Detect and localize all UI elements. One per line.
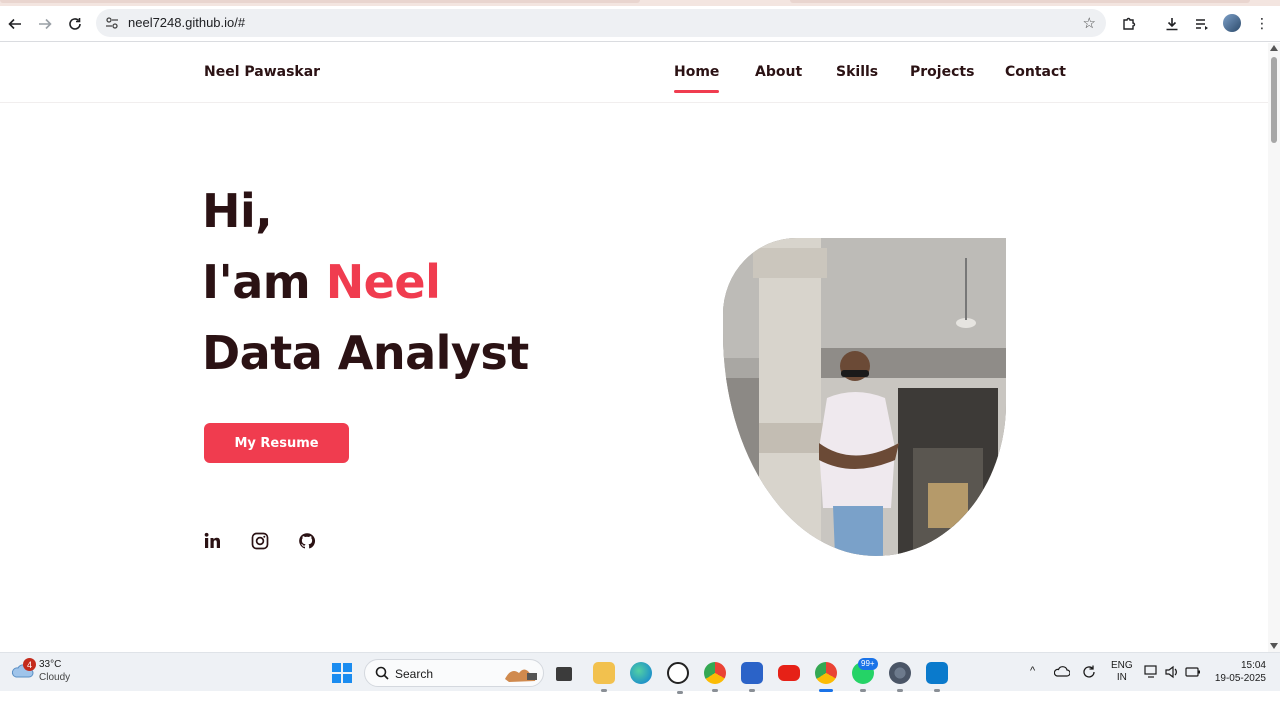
chrome-active-icon[interactable] <box>815 662 837 692</box>
sync-icon[interactable] <box>1081 664 1097 680</box>
puzzle-icon <box>1123 17 1136 30</box>
back-arrow-icon <box>8 18 21 30</box>
search-label: Search <box>395 667 434 681</box>
vscode-icon[interactable] <box>926 662 948 692</box>
reload-button[interactable] <box>61 10 89 38</box>
site-brand[interactable]: Neel Pawaskar <box>204 64 320 80</box>
playlist-icon <box>1196 19 1208 30</box>
downloads-button[interactable] <box>1158 10 1186 38</box>
tray-overflow-chevron-icon[interactable]: ^ <box>1030 665 1035 704</box>
bookmark-star-icon[interactable]: ☆ <box>1083 14 1096 32</box>
weather-temperature: 33°C <box>39 659 62 670</box>
hero-role: Data Analyst <box>202 326 529 380</box>
media-control-button[interactable] <box>1188 10 1216 38</box>
taskbar-search[interactable]: Search <box>364 659 544 687</box>
scrollbar-thumb[interactable] <box>1271 57 1277 143</box>
browser-toolbar: neel7248.github.io/# ☆ ⋮ <box>0 6 1280 42</box>
back-button[interactable] <box>1 10 29 38</box>
hero-name: Neel <box>325 255 441 309</box>
nav-link-home[interactable]: Home <box>674 64 720 93</box>
weather-condition: Cloudy <box>39 672 71 683</box>
scroll-up-arrow-icon[interactable] <box>1270 45 1278 51</box>
scroll-down-arrow-icon[interactable] <box>1270 643 1278 649</box>
profile-photo <box>723 238 1006 556</box>
site-navbar: Neel Pawaskar Home About Skills Projects… <box>0 43 1268 103</box>
reload-icon <box>69 18 81 30</box>
profile-avatar[interactable] <box>1223 14 1241 32</box>
edge-browser-icon[interactable] <box>630 662 652 684</box>
site-settings-icon[interactable] <box>104 15 120 31</box>
chatgpt-icon[interactable] <box>667 662 689 694</box>
web-page: Neel Pawaskar Home About Skills Projects… <box>0 43 1268 652</box>
kebab-menu-icon: ⋮ <box>1255 16 1269 32</box>
network-icon[interactable] <box>1144 665 1160 679</box>
browser-tab[interactable] <box>0 0 640 3</box>
system-clock[interactable]: 15:04 19-05-2025 <box>1208 659 1266 685</box>
youtube-icon[interactable] <box>778 665 800 681</box>
page-scrollbar[interactable] <box>1268 43 1280 652</box>
chrome-profile-icon[interactable] <box>704 662 726 692</box>
forward-button[interactable] <box>31 10 59 38</box>
region-code: IN <box>1116 672 1127 683</box>
profile-photo-illustration <box>723 238 1006 556</box>
nav-link-contact[interactable]: Contact <box>1005 64 1066 80</box>
clock-time: 15:04 <box>1240 660 1266 671</box>
nav-link-skills[interactable]: Skills <box>836 64 878 80</box>
language-code: ENG <box>1111 660 1133 671</box>
taskview-app-icon[interactable] <box>556 667 572 681</box>
browser-tab-secondary[interactable] <box>790 0 1250 3</box>
settings-gear-icon[interactable] <box>889 662 911 692</box>
address-bar[interactable]: neel7248.github.io/# ☆ <box>96 9 1106 37</box>
forward-arrow-icon <box>39 18 52 30</box>
search-highlight-icon <box>505 669 537 682</box>
onedrive-cloud-icon[interactable] <box>1054 665 1070 677</box>
file-explorer-icon[interactable] <box>593 662 615 692</box>
whatsapp-unread-badge: 99+ <box>858 658 878 670</box>
hero-intro: I'am Neel <box>202 255 441 309</box>
weather-alert-badge: 4 <box>23 658 36 671</box>
hero-greeting: Hi, <box>202 184 273 238</box>
my-resume-button[interactable]: My Resume <box>204 423 349 463</box>
download-icon <box>1166 18 1178 31</box>
windows-taskbar: 4 33°C Cloudy Search 99+ ^ ENG IN 15:04 … <box>0 652 1280 694</box>
instagram-icon[interactable] <box>251 532 271 552</box>
nav-link-projects[interactable]: Projects <box>910 64 974 80</box>
clock-date: 19-05-2025 <box>1214 673 1266 684</box>
hero-intro-prefix: I'am <box>202 255 326 309</box>
windows-logo-icon <box>332 663 341 672</box>
github-icon[interactable] <box>298 532 318 552</box>
start-button[interactable] <box>332 663 352 683</box>
volume-icon[interactable] <box>1164 665 1180 679</box>
battery-icon[interactable] <box>1185 665 1201 679</box>
extensions-button[interactable] <box>1115 10 1143 38</box>
language-indicator[interactable]: ENG IN <box>1111 660 1133 699</box>
search-icon <box>375 666 389 680</box>
linkedin-icon[interactable] <box>204 532 224 552</box>
nav-link-about[interactable]: About <box>755 64 802 80</box>
photos-app-icon[interactable] <box>741 662 763 692</box>
url-text[interactable]: neel7248.github.io/# <box>128 15 245 30</box>
browser-menu-button[interactable]: ⋮ <box>1248 10 1276 38</box>
